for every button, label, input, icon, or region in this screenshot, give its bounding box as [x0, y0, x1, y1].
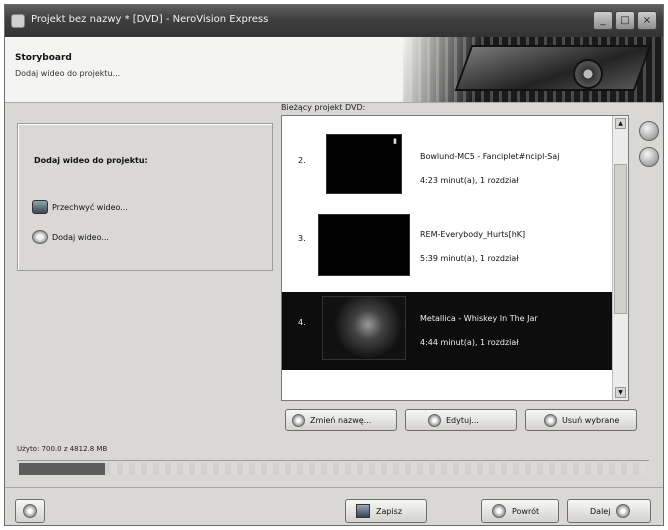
next-icon — [616, 504, 631, 518]
list-item-selected[interactable]: 4. Metallica - Whiskey In The Jar 4:44 m… — [282, 292, 612, 370]
delete-button[interactable]: Usuń wybrane — [525, 409, 637, 431]
next-button[interactable]: Dalej — [567, 499, 651, 523]
list-item[interactable]: 2. ▮ Bowlund-MC5 - Fanciplet#ncipl-Saj 4… — [282, 130, 612, 208]
project-list-label: Bieżący projekt DVD: — [281, 103, 366, 112]
window-title: Projekt bez nazwy * [DVD] - NeroVision E… — [31, 14, 269, 25]
video-thumbnail — [322, 296, 406, 360]
back-label: Powrót — [512, 506, 540, 516]
add-video-link[interactable]: Dodaj wideo... — [32, 230, 109, 244]
add-video-panel-title: Dodaj wideo do projektu: — [34, 156, 148, 165]
rename-button[interactable]: Zmień nazwę... — [285, 409, 397, 431]
page-subtitle: Dodaj wideo do projektu... — [15, 69, 121, 78]
save-label: Zapisz — [376, 506, 403, 516]
header-artwork — [403, 37, 663, 102]
header-banner: Storyboard Dodaj wideo do projektu... — [5, 37, 663, 103]
film-reel-graphic — [573, 59, 603, 89]
item-duration: 4:23 minut(a), 1 rozdział — [420, 176, 519, 185]
video-thumbnail — [318, 214, 410, 276]
item-duration: 5:39 minut(a), 1 rozdział — [420, 254, 519, 263]
page-title: Storyboard — [15, 53, 72, 63]
rename-label: Zmień nazwę... — [310, 415, 372, 425]
item-number: 4. — [298, 318, 306, 327]
item-title: Bowlund-MC5 - Fanciplet#ncipl-Saj — [420, 152, 560, 161]
minimize-button[interactable]: _ — [593, 11, 613, 30]
capture-video-icon — [32, 200, 48, 214]
item-title: Metallica - Whiskey In The Jar — [420, 314, 538, 323]
window-controls: _ □ × — [593, 11, 657, 30]
edit-label: Edytuj... — [446, 415, 479, 425]
title-bar[interactable]: Projekt bez nazwy * [DVD] - NeroVision E… — [5, 5, 663, 37]
disk-usage-fill — [19, 463, 105, 475]
save-icon — [356, 504, 370, 518]
back-button[interactable]: Powrót — [481, 499, 559, 523]
list-scrollbar[interactable]: ▲ ▼ — [612, 116, 628, 400]
disk-usage-label: Użyto: 700.0 z 4812.8 MB — [17, 445, 108, 453]
app-icon — [11, 14, 25, 28]
save-button[interactable]: Zapisz — [345, 499, 427, 523]
scroll-down-icon[interactable]: ▼ — [615, 387, 626, 398]
move-down-button[interactable] — [639, 147, 659, 167]
edit-icon — [428, 413, 441, 427]
close-button[interactable]: × — [637, 11, 657, 30]
add-video-label: Dodaj wideo... — [52, 232, 109, 242]
edit-button[interactable]: Edytuj... — [405, 409, 517, 431]
scroll-up-icon[interactable]: ▲ — [615, 118, 626, 129]
delete-icon — [544, 413, 557, 427]
item-number: 2. — [298, 156, 306, 165]
add-video-panel: Dodaj wideo do projektu: Przechwyć wideo… — [17, 123, 273, 271]
list-item[interactable]: 3. REM-Everybody_Hurts[hK] 5:39 minut(a)… — [282, 208, 612, 286]
add-video-icon — [32, 230, 48, 244]
maximize-button[interactable]: □ — [615, 11, 635, 30]
item-duration: 4:44 minut(a), 1 rozdział — [420, 338, 519, 347]
delete-label: Usuń wybrane — [562, 415, 620, 425]
project-list[interactable]: 2. ▮ Bowlund-MC5 - Fanciplet#ncipl-Saj 4… — [281, 115, 629, 401]
footer-bar — [5, 487, 663, 525]
app-window: Projekt bez nazwy * [DVD] - NeroVision E… — [4, 4, 664, 526]
nero-logo-icon — [23, 504, 37, 518]
nero-menu-button[interactable] — [15, 499, 45, 523]
next-label: Dalej — [590, 506, 611, 516]
capture-video-label: Przechwyć wideo... — [52, 202, 128, 212]
disk-usage-remaining — [105, 463, 645, 475]
scroll-thumb[interactable] — [614, 164, 627, 314]
rename-icon — [292, 413, 305, 427]
video-thumbnail: ▮ — [326, 134, 402, 194]
item-number: 3. — [298, 234, 306, 243]
item-title: REM-Everybody_Hurts[hK] — [420, 230, 526, 239]
back-icon — [492, 504, 506, 518]
move-up-button[interactable] — [639, 121, 659, 141]
film-strip-graphic — [454, 45, 652, 91]
capture-video-link[interactable]: Przechwyć wideo... — [32, 200, 128, 214]
